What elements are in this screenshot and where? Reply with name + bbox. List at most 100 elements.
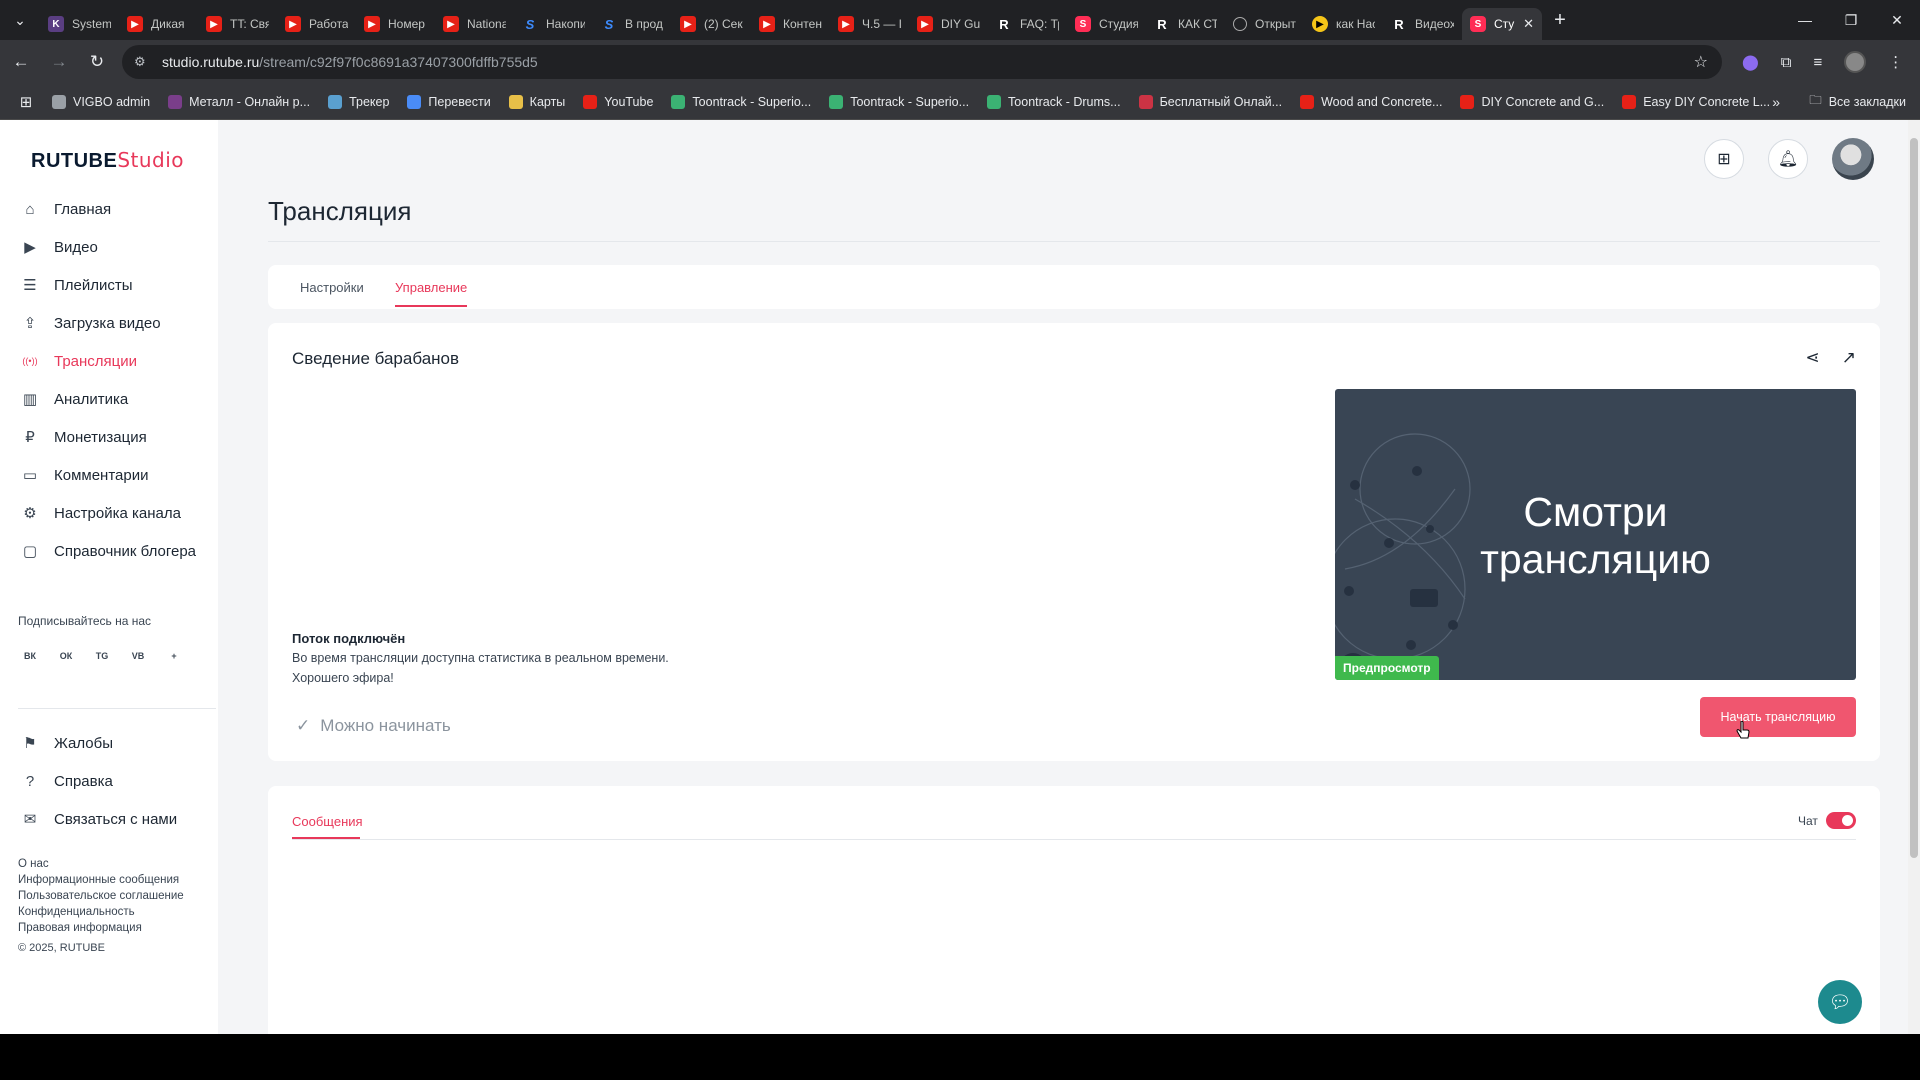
sidebar-item[interactable]: ✉ Связаться с нами <box>0 800 218 838</box>
sidebar-item[interactable]: ▶ Видео <box>0 228 218 266</box>
stream-preview[interactable]: Смотри трансляцию Предпросмотр <box>1335 389 1856 680</box>
browser-tab[interactable]: ▶ DIY Gu <box>909 8 988 40</box>
browser-tab[interactable]: S Студия <box>1067 8 1146 40</box>
browser-tab[interactable]: ▶ Контен <box>751 8 830 40</box>
ready-status: ✓ Можно начинать <box>296 716 451 736</box>
sidebar-item[interactable]: ☰ Плейлисты <box>0 266 218 304</box>
sidebar-item[interactable]: ⌂ Главная <box>0 190 218 228</box>
bookmark-item[interactable]: Toontrack - Drums... <box>987 94 1121 109</box>
tab-close-icon[interactable]: ✕ <box>1523 16 1534 32</box>
back-icon[interactable]: ← <box>4 45 38 79</box>
scroll-thumb[interactable] <box>1910 138 1918 858</box>
sidebar-item[interactable]: ⚑ Жалобы <box>0 724 218 762</box>
browser-tab[interactable]: K System <box>40 8 119 40</box>
browser-tab[interactable]: ▶ TT: Свя <box>198 8 277 40</box>
plus-square-icon: ⊞ <box>1717 151 1731 168</box>
social-link-icon[interactable]: + <box>164 646 184 666</box>
browser-tab[interactable]: ▶ Nationa <box>435 8 514 40</box>
sidebar-item[interactable]: ((•)) Трансляции <box>0 342 218 380</box>
bookmark-item[interactable]: VIGBO admin <box>52 94 150 109</box>
browser-tab[interactable]: S Сту ✕ <box>1462 8 1542 40</box>
k-icon: K <box>48 16 64 32</box>
chat-divider <box>292 839 1856 840</box>
browser-tab[interactable]: ▶ Ч.5 — I <box>830 8 909 40</box>
bookmark-star-icon[interactable]: ☆ <box>1694 52 1708 72</box>
bookmark-item[interactable]: Wood and Concrete... <box>1300 94 1442 109</box>
page-scrollbar[interactable] <box>1908 120 1920 1034</box>
user-avatar[interactable] <box>1832 138 1874 180</box>
browser-tab[interactable]: S В прод <box>593 8 672 40</box>
all-bookmarks[interactable]: 🗀 Все закладки <box>1809 91 1906 112</box>
tab-search-icon[interactable]: ⌄ <box>0 0 40 40</box>
start-stream-button[interactable]: Начать трансляцию <box>1700 697 1856 737</box>
footer-link[interactable]: Пользовательское соглашение <box>18 888 184 904</box>
browser-tab[interactable]: ▶ (2) Сек <box>672 8 751 40</box>
social-link-icon[interactable]: TG <box>92 646 112 666</box>
bookmark-item[interactable]: Карты <box>508 94 565 109</box>
upload-icon: ⇪ <box>23 315 37 332</box>
social-link-icon[interactable]: VB <box>128 646 148 666</box>
rutube-studio-logo[interactable]: RUTUBEStudio <box>31 148 184 173</box>
browser-tab[interactable]: ▶ Работа <box>277 8 356 40</box>
browser-tab[interactable]: R Видеох <box>1383 8 1462 40</box>
bookmark-item[interactable]: Toontrack - Superio... <box>829 94 969 109</box>
forward-icon[interactable]: → <box>42 45 76 79</box>
close-window-icon[interactable]: ✕ <box>1874 0 1920 40</box>
restore-icon[interactable]: ❐ <box>1828 0 1874 40</box>
bookmark-item[interactable]: YouTube <box>583 94 653 109</box>
bookmark-item[interactable]: Перевести <box>407 94 491 109</box>
menu-dots-icon[interactable]: ⋮ <box>1888 53 1903 71</box>
bookmark-item[interactable]: Трекер <box>328 94 389 109</box>
browser-tab[interactable]: R FAQ: Тр <box>988 8 1067 40</box>
tab-label: КАК СТ <box>1178 17 1217 31</box>
apps-icon[interactable]: ⊞ <box>0 93 52 111</box>
minimize-icon[interactable]: — <box>1782 0 1828 40</box>
footer-link[interactable]: Информационные сообщения <box>18 872 184 888</box>
social-link-icon[interactable]: ОК <box>56 646 76 666</box>
check-icon: ✓ <box>296 716 311 735</box>
sidebar-item[interactable]: ▭ Комментарии <box>0 456 218 494</box>
reload-icon[interactable]: ↻ <box>80 45 114 79</box>
notifications-button[interactable]: 🔔︎ <box>1768 139 1808 179</box>
sidebar-item[interactable]: ▥ Аналитика <box>0 380 218 418</box>
extension-icon[interactable]: ⬤ <box>1742 53 1759 71</box>
share-icon[interactable]: ⋖ <box>1806 348 1820 368</box>
external-link-icon[interactable]: ↗ <box>1842 348 1856 368</box>
stream-tabs: Настройки Управление <box>268 265 1880 309</box>
support-chat-button[interactable]: 💬︎ <box>1818 980 1862 1024</box>
profile-avatar[interactable] <box>1844 51 1867 73</box>
browser-tab[interactable]: ▶ как Нас <box>1304 8 1383 40</box>
footer-link[interactable]: Правовая информация <box>18 920 184 936</box>
tab-label: Работа <box>309 17 348 31</box>
site-info-icon[interactable]: ⚙ <box>134 54 154 70</box>
bookmark-item[interactable]: Металл - Онлайн р... <box>168 94 310 109</box>
puzzle-icon[interactable]: ⧉ <box>1781 54 1792 71</box>
bookmark-favicon-icon <box>1460 94 1475 109</box>
bookmark-item[interactable]: Easy DIY Concrete L... <box>1622 94 1770 109</box>
add-content-button[interactable]: ⊞ <box>1704 139 1744 179</box>
chat-toggle[interactable] <box>1826 812 1856 829</box>
browser-tab[interactable]: ▶ Дикая <box>119 8 198 40</box>
footer-link[interactable]: Конфиденциальность <box>18 904 184 920</box>
media-icon[interactable]: ≡ <box>1814 54 1823 71</box>
tab-settings[interactable]: Настройки <box>300 280 364 295</box>
bookmark-item[interactable]: Бесплатный Онлай... <box>1138 94 1282 109</box>
sidebar-item[interactable]: ⚙ Настройка канала <box>0 494 218 532</box>
sidebar-item[interactable]: ? Справка <box>0 762 218 800</box>
sidebar-item[interactable]: ▢ Справочник блогера <box>0 532 218 570</box>
address-bar[interactable]: ⚙ studio.rutube.ru/stream/c92f97f0c8691a… <box>122 45 1722 79</box>
browser-tab[interactable]: ▶ Номер <box>356 8 435 40</box>
social-link-icon[interactable]: ВК <box>20 646 40 666</box>
footer-link[interactable]: О нас <box>18 856 184 872</box>
bookmark-item[interactable]: Toontrack - Superio... <box>671 94 811 109</box>
browser-tab[interactable]: S Накопи <box>514 8 593 40</box>
tab-messages[interactable]: Сообщения <box>292 814 363 829</box>
sidebar-item[interactable]: ⇪ Загрузка видео <box>0 304 218 342</box>
browser-tab[interactable]: R КАК СТ <box>1146 8 1225 40</box>
bookmark-item[interactable]: DIY Concrete and G... <box>1460 94 1604 109</box>
new-tab-button[interactable]: + <box>1542 9 1578 32</box>
sidebar-item[interactable]: ₽ Монетизация <box>0 418 218 456</box>
browser-tab[interactable]: Открыт <box>1225 8 1304 40</box>
bookmarks-more-icon[interactable]: » <box>1772 94 1780 110</box>
tab-manage[interactable]: Управление <box>395 280 467 295</box>
